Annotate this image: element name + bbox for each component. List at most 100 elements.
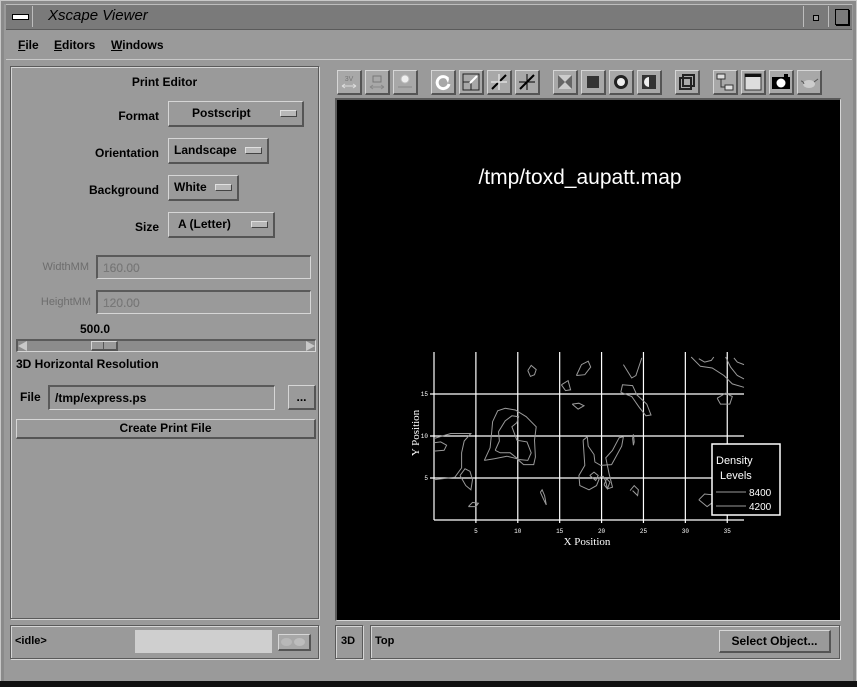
menubar-divider: [6, 59, 852, 60]
status-panel: <idle>: [10, 625, 319, 659]
background-label: Background: [88, 183, 159, 197]
transparent-icon: [558, 75, 572, 89]
browse-file-button[interactable]: ...: [288, 385, 316, 410]
contour-line-4200: [433, 433, 473, 481]
format-label: Format: [118, 109, 159, 123]
y-tick-label: 5: [424, 475, 428, 482]
scroll-left-arrow-icon[interactable]: [18, 341, 27, 351]
resolution-slider[interactable]: [16, 339, 316, 352]
orientation-select[interactable]: Landscape: [168, 138, 269, 164]
resolution-value: 500.0: [80, 322, 111, 336]
zoom-box-icon: [462, 73, 480, 91]
tree-hierarchy-button[interactable]: [713, 70, 738, 95]
chart-legend: Density Levels 8400 4200: [711, 443, 781, 516]
view-info-panel: Top Select Object...: [370, 625, 840, 659]
progress-field: [135, 630, 272, 653]
height-mm-label: HeightMM: [40, 296, 91, 308]
background-select[interactable]: White: [168, 175, 239, 201]
contour-line-4200: [725, 356, 745, 380]
solid-square-icon: [587, 76, 599, 88]
expand-button[interactable]: [487, 70, 512, 95]
collapse-button[interactable]: [515, 70, 540, 95]
scroll-right-arrow-icon[interactable]: [306, 341, 315, 351]
minimize-button[interactable]: [803, 6, 829, 27]
maximize-icon: [835, 9, 849, 25]
file-label: File: [20, 390, 41, 404]
status-text: <idle>: [15, 635, 47, 647]
y-tick-label: 15: [421, 391, 429, 398]
menu-editors-mnemonic: E: [54, 38, 63, 52]
menu-windows-label: indows: [122, 38, 164, 52]
tree-hierarchy-icon: [716, 73, 734, 91]
sphere-button[interactable]: [609, 70, 634, 95]
collapse-icon: [519, 74, 535, 90]
contour-line-4200: [468, 501, 480, 508]
window-button[interactable]: [741, 70, 766, 95]
app-window: Xscape Viewer File Editors Windows Print…: [0, 0, 857, 687]
menu-editors-label: ditors: [62, 38, 96, 52]
file-path-value: /tmp/express.ps: [55, 391, 147, 405]
title-bar[interactable]: Xscape Viewer: [6, 4, 852, 30]
contour-plot: /tmp/toxd_aupatt.map 5 10 15 20 25 30 3551015 …: [410, 166, 781, 548]
x-tick-label: 35: [724, 528, 732, 535]
select-object-button[interactable]: Select Object...: [719, 630, 831, 653]
solid-square-button[interactable]: [581, 70, 606, 95]
snapshot-camera-icon: [772, 74, 790, 89]
window-icon: [744, 73, 762, 91]
orientation-value: Landscape: [174, 143, 237, 157]
contour-line-4200: [632, 434, 635, 446]
x-tick-label: 10: [514, 528, 522, 535]
option-menu-indicator-icon: [215, 184, 232, 191]
rotate-icon: [435, 75, 451, 91]
size-select[interactable]: A (Letter): [168, 212, 275, 238]
stereo-icon: 3V: [341, 76, 357, 89]
resolution-label: 3D Horizontal Resolution: [16, 357, 159, 371]
busy-indicator-button[interactable]: [278, 634, 311, 651]
width-mm-input[interactable]: 160.00: [96, 255, 311, 279]
slider-thumb-grip: [102, 342, 104, 349]
stereo-button[interactable]: 3V: [337, 70, 362, 95]
busy-light-icon: [294, 638, 305, 646]
x-axis-label: X Position: [564, 536, 611, 548]
light-stereo-button[interactable]: [393, 70, 418, 95]
svg-text:3V: 3V: [345, 76, 354, 83]
wireframe-cube-button[interactable]: [675, 70, 700, 95]
3d-viewer-canvas[interactable]: /tmp/toxd_aupatt.map 5 10 15 20 25 30 35 5 10 15 …: [335, 98, 841, 621]
x-tick-label: 25: [640, 528, 648, 535]
y-axis-label: Y Position: [410, 409, 422, 456]
print-editor-title: Print Editor: [131, 75, 198, 89]
wireframe-cube-icon: [679, 74, 695, 90]
camera-stereo-button[interactable]: [365, 70, 390, 95]
background-value: White: [174, 180, 207, 194]
menu-editors[interactable]: Editors: [54, 38, 95, 52]
mode-indicator: 3D: [335, 625, 363, 659]
rotate-button[interactable]: [431, 70, 456, 95]
teapot-button[interactable]: [797, 70, 822, 95]
format-value: Postscript: [192, 106, 251, 120]
height-mm-input[interactable]: 120.00: [96, 290, 311, 314]
window-menu-button[interactable]: [8, 6, 33, 27]
slider-thumb[interactable]: [90, 341, 118, 351]
contour-line-4200: [690, 356, 745, 388]
contour-line-4200: [716, 392, 733, 405]
maximize-button[interactable]: [829, 6, 853, 27]
file-path-input[interactable]: /tmp/express.ps: [48, 385, 275, 410]
transparent-button[interactable]: [553, 70, 578, 95]
orientation-label: Orientation: [94, 146, 159, 160]
size-value: A (Letter): [178, 217, 231, 231]
half-sphere-button[interactable]: [637, 70, 662, 95]
menu-windows[interactable]: Windows: [111, 38, 164, 52]
half-sphere-icon: [642, 75, 656, 89]
menu-file[interactable]: File: [18, 38, 39, 52]
snapshot-camera-button[interactable]: [769, 70, 794, 95]
contour-line-4200: [459, 468, 474, 491]
format-select[interactable]: Postscript: [168, 101, 304, 127]
contour-lines: [433, 356, 745, 508]
legend-label-4200: 4200: [749, 502, 772, 513]
create-print-file-button[interactable]: Create Print File: [16, 419, 316, 439]
contour-line-4200: [433, 441, 448, 452]
sphere-icon: [614, 75, 628, 89]
contour-line-8400: [733, 357, 745, 366]
menu-file-label: ile: [25, 38, 39, 52]
zoom-box-button[interactable]: [459, 70, 484, 95]
